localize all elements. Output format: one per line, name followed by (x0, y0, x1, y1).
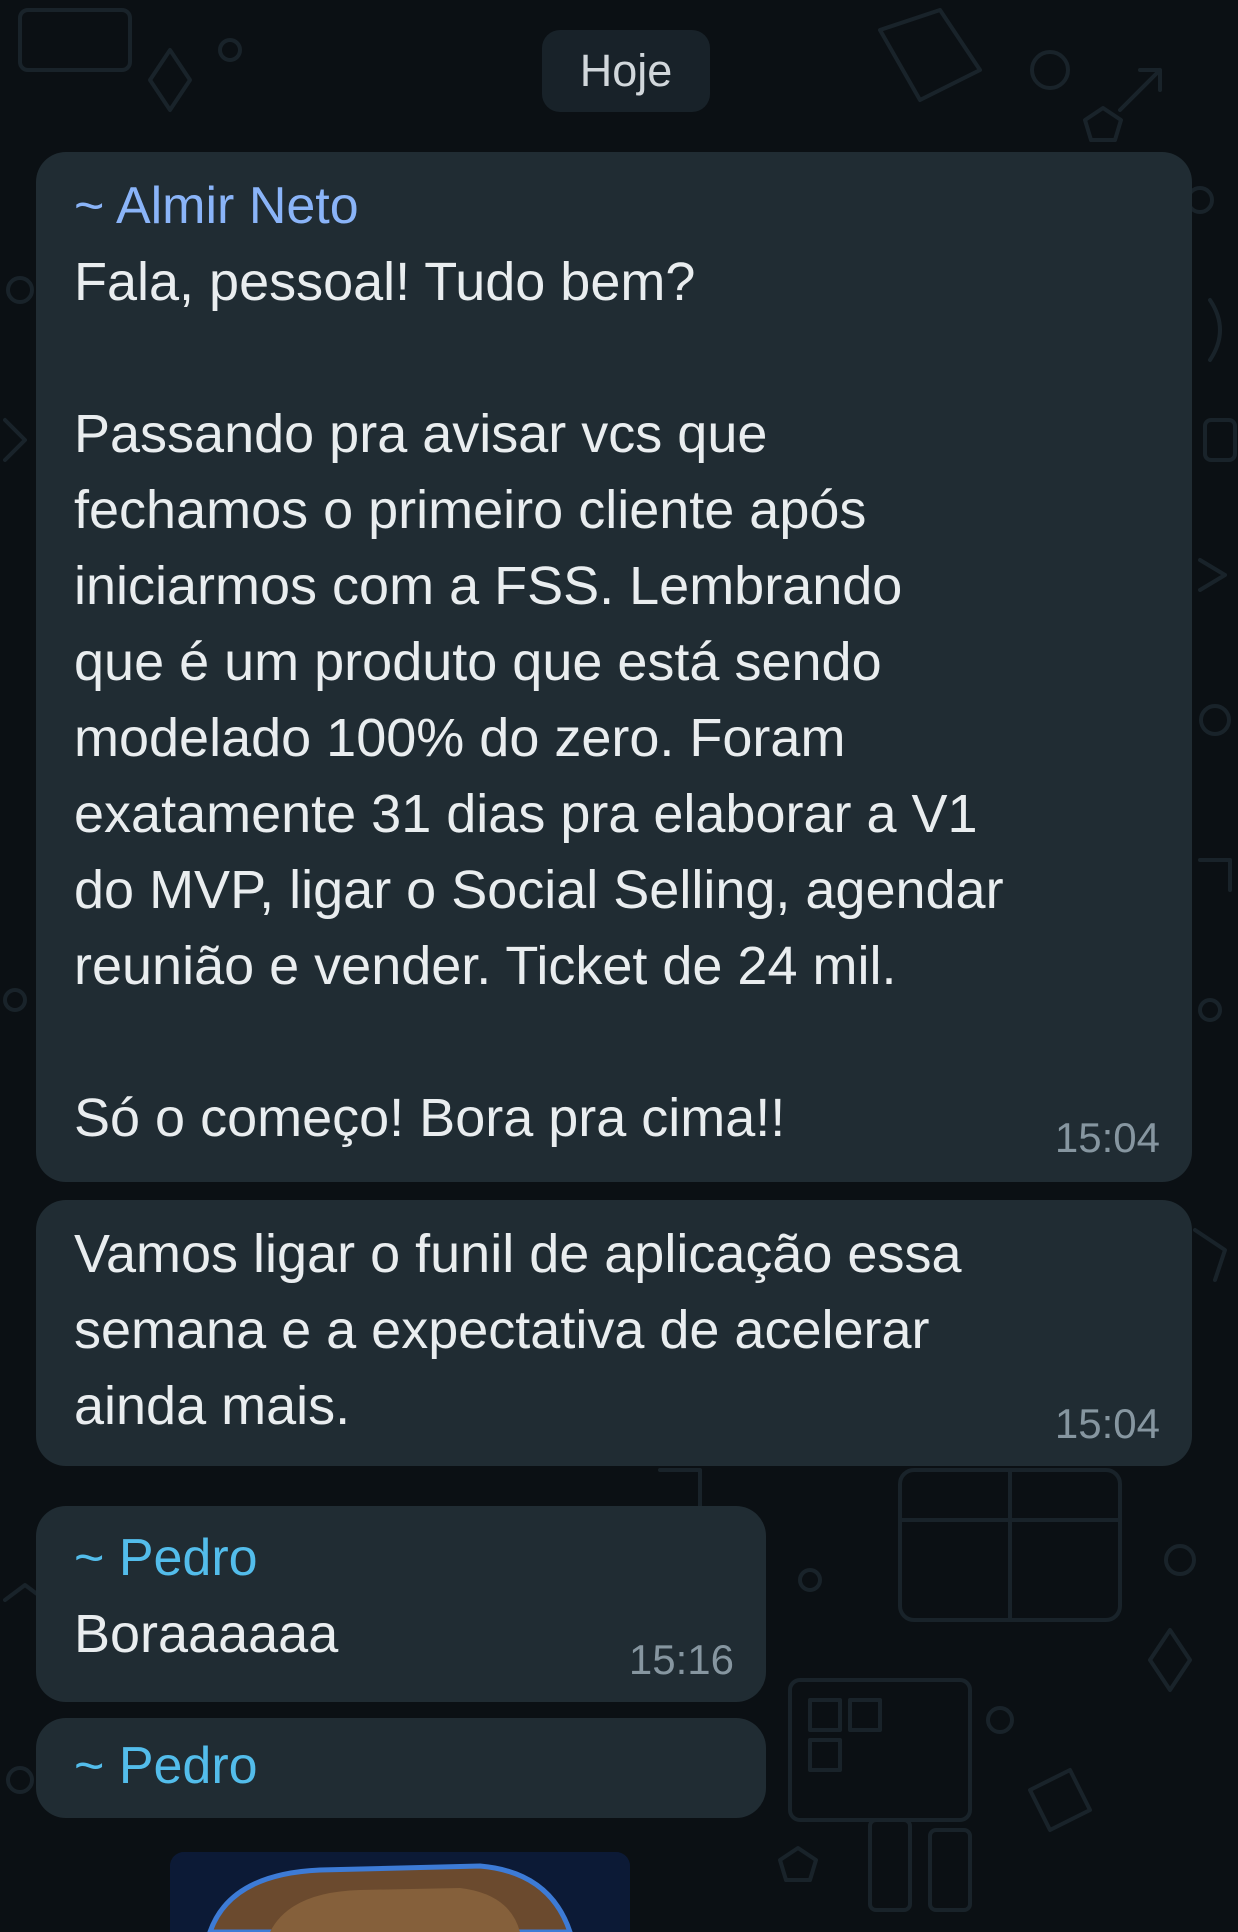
message-bubble[interactable]: ~ Pedro (36, 1718, 766, 1818)
message-bubble[interactable]: Vamos ligar o funil de aplicação essa se… (36, 1200, 1192, 1466)
image-attachment-preview[interactable] (170, 1852, 630, 1932)
date-divider: Hoje (542, 30, 710, 112)
sender-name[interactable]: ~ Pedro (74, 1528, 258, 1588)
message-text: Fala, pessoal! Tudo bem? Passando pra av… (74, 252, 1004, 1148)
message-bubble[interactable]: ~ Pedro Boraaaaaa 15:16 (36, 1506, 766, 1702)
sender-name[interactable]: ~ Almir Neto (74, 176, 359, 236)
message-timestamp: 15:04 (1054, 1400, 1160, 1447)
message-text: Vamos ligar o funil de aplicação essa se… (74, 1224, 962, 1436)
message-timestamp: 15:04 (1054, 1114, 1160, 1161)
sender-name[interactable]: ~ Pedro (74, 1736, 258, 1796)
message-bubble[interactable]: ~ Almir Neto Fala, pessoal! Tudo bem? Pa… (36, 152, 1192, 1182)
date-divider-label: Hoje (579, 45, 673, 96)
message-timestamp: 15:16 (628, 1636, 734, 1683)
image-thumbnail (170, 1852, 630, 1932)
